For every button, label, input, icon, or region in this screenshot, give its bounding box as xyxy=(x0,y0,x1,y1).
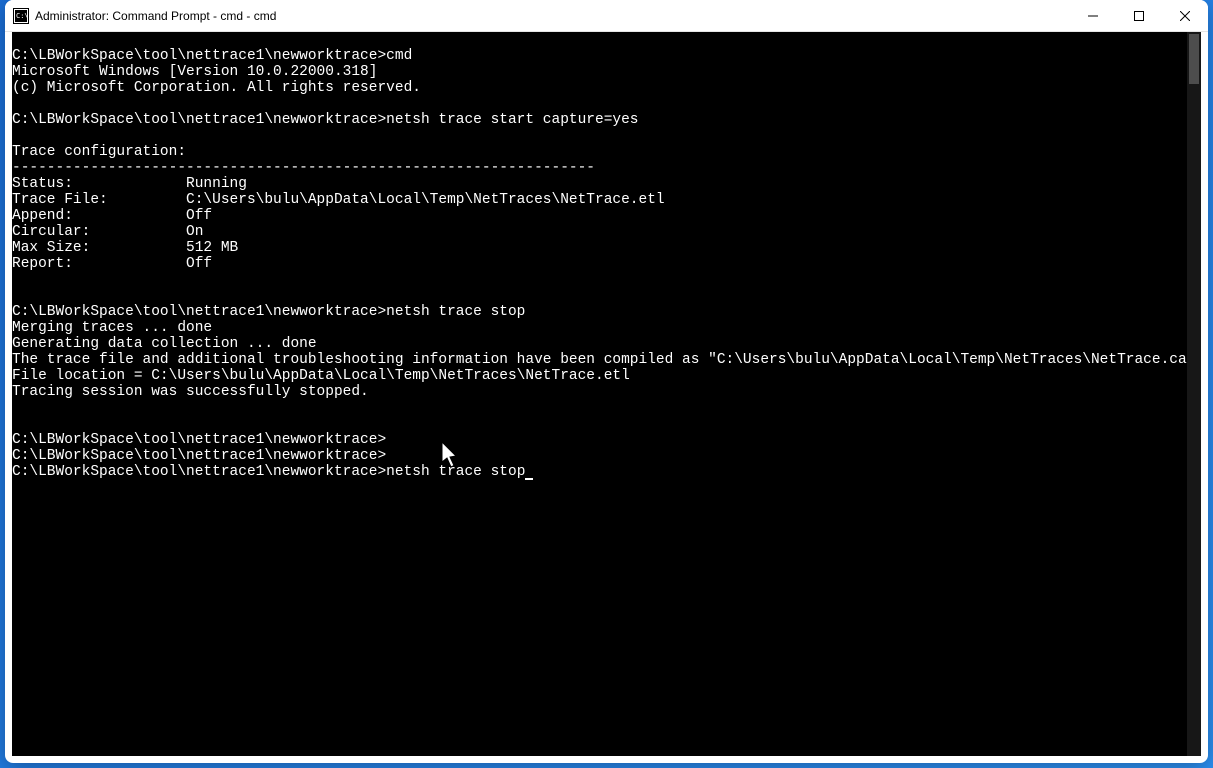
console-output: C:\LBWorkSpace\tool\nettrace1\newworktra… xyxy=(12,32,1201,480)
scrollbar-thumb[interactable] xyxy=(1189,34,1199,84)
cmd-icon: C:\ xyxy=(13,8,29,24)
console-area[interactable]: C:\LBWorkSpace\tool\nettrace1\newworktra… xyxy=(12,32,1201,756)
close-icon xyxy=(1180,11,1190,21)
current-prompt: C:\LBWorkSpace\tool\nettrace1\newworktra… xyxy=(12,464,386,480)
scrollbar[interactable] xyxy=(1187,32,1201,756)
text-cursor xyxy=(525,478,533,480)
window-controls xyxy=(1070,0,1208,31)
minimize-icon xyxy=(1088,11,1098,21)
close-button[interactable] xyxy=(1162,0,1208,31)
window-title: Administrator: Command Prompt - cmd - cm… xyxy=(35,9,1070,23)
maximize-button[interactable] xyxy=(1116,0,1162,31)
minimize-button[interactable] xyxy=(1070,0,1116,31)
svg-text:C:\: C:\ xyxy=(16,12,29,20)
maximize-icon xyxy=(1134,11,1144,21)
titlebar[interactable]: C:\ Administrator: Command Prompt - cmd … xyxy=(5,0,1208,32)
current-input: netsh trace stop xyxy=(386,464,525,480)
command-prompt-window: C:\ Administrator: Command Prompt - cmd … xyxy=(5,0,1208,763)
